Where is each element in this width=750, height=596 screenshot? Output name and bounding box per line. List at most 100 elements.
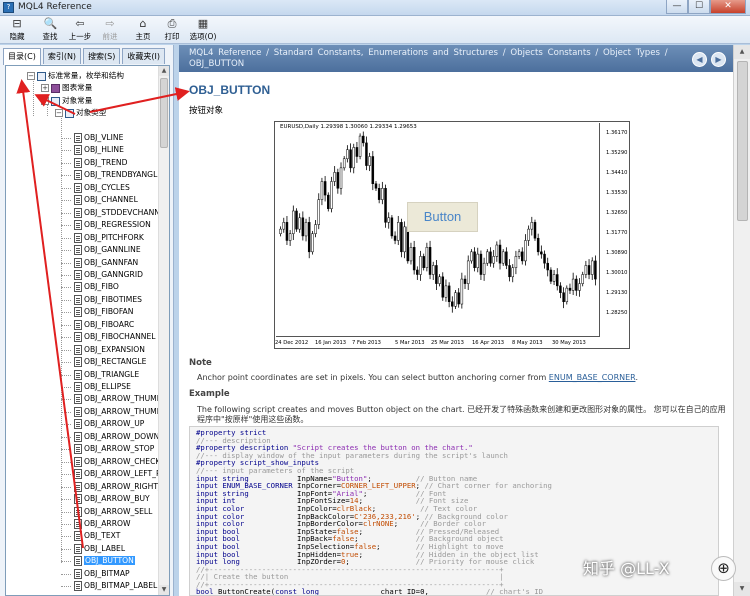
scroll-thumb[interactable]	[160, 78, 168, 148]
tree-item[interactable]: OBJ_GANNLINE	[74, 244, 141, 256]
tree-item[interactable]: OBJ_ARROW_SELL	[74, 506, 152, 518]
scroll-up-icon[interactable]: ▲	[159, 66, 169, 76]
tree-item[interactable]: OBJ_TREND	[74, 157, 127, 169]
maximize-button[interactable]: ☐	[688, 0, 710, 14]
tree-node-object-constants[interactable]: − 对象常量	[41, 95, 92, 107]
tree-item[interactable]: OBJ_HLINE	[74, 144, 124, 156]
tree-item[interactable]: OBJ_GANNFAN	[74, 257, 138, 269]
tree-node-label: 对象常量	[62, 96, 93, 105]
breadcrumb[interactable]: MQL4 Reference / Standard Constants, Enu…	[179, 45, 733, 72]
tree-item[interactable]: OBJ_TEXT	[74, 530, 120, 542]
tab-search[interactable]: 搜索(S)	[83, 48, 121, 64]
tree-item[interactable]: OBJ_ARROW_BUY	[74, 493, 150, 505]
collapse-icon[interactable]: −	[55, 109, 63, 117]
scroll-down-icon[interactable]: ▼	[734, 582, 750, 596]
candle-body	[425, 247, 429, 268]
candle-body	[511, 267, 514, 278]
tree-item[interactable]: OBJ_ARROW_STOP	[74, 443, 154, 455]
tree-item-label: OBJ_VLINE	[84, 133, 124, 142]
tree-item[interactable]: OBJ_FIBOFAN	[74, 306, 133, 318]
tree-item[interactable]: OBJ_ARROW_CHECK	[74, 456, 160, 468]
next-topic-icon[interactable]: ▶	[711, 52, 726, 67]
tree-item[interactable]: OBJ_REGRESSION	[74, 219, 151, 231]
tree-item[interactable]: OBJ_EXPANSION	[74, 344, 145, 356]
tab-contents[interactable]: 目录(C)	[3, 48, 41, 65]
tree-scrollbar[interactable]: ▲ ▼	[158, 66, 169, 595]
page-subtitle: 按钮对象	[189, 106, 224, 116]
toolbar: ⊟ 隐藏 🔍 查找 ⇦ 上一步 ⇨ 前进 ⌂ 主页 ⎙ 打印 ▦ 选项(O)	[0, 16, 750, 44]
zoom-icon[interactable]: ⊕	[711, 556, 736, 581]
forward-button[interactable]: ⇨ 前进	[97, 18, 123, 43]
tree-item[interactable]: OBJ_ARROW_LEFT_PRICE	[74, 468, 169, 480]
tree-item[interactable]: OBJ_ELLIPSE	[74, 381, 131, 393]
find-icon: 🔍	[43, 17, 58, 30]
print-button[interactable]: ⎙ 打印	[159, 18, 185, 43]
candle-body	[549, 269, 553, 282]
tree-item[interactable]: OBJ_BITMAP	[74, 568, 130, 580]
tree-node-standard-constants[interactable]: − 标准常量，枚举和结构	[27, 70, 124, 82]
tree-item[interactable]: OBJ_ARROW_THUMB_UP	[74, 393, 169, 405]
tree-guide	[61, 474, 71, 476]
tree-item[interactable]: OBJ_LABEL	[74, 543, 125, 555]
home-button[interactable]: ⌂ 主页	[130, 18, 156, 43]
tree-item-label: OBJ_ELLIPSE	[84, 382, 131, 391]
find-button[interactable]: 🔍 查找	[37, 18, 63, 43]
page-icon	[74, 207, 82, 218]
minimize-button[interactable]: —	[666, 0, 688, 14]
hide-button[interactable]: ⊟ 隐藏	[4, 18, 30, 43]
tree-item[interactable]: OBJ_STDDEVCHANNEL	[74, 207, 169, 219]
enum-base-corner-link[interactable]: ENUM_BASE_CORNER	[549, 373, 636, 382]
page-icon	[74, 307, 82, 318]
x-tick-label: 25 Mar 2013	[431, 340, 464, 346]
tree-item[interactable]: OBJ_PITCHFORK	[74, 232, 144, 244]
tree-item[interactable]: OBJ_TRIANGLE	[74, 369, 139, 381]
tree-node-object-types[interactable]: − 对象类型	[55, 107, 106, 119]
tree-node-chart-constants[interactable]: + 图表常量	[41, 82, 92, 94]
tree-item[interactable]: OBJ_ARROW_DOWN	[74, 431, 159, 443]
tree-item[interactable]: OBJ_CYCLES	[74, 182, 130, 194]
tree-item[interactable]: OBJ_TRENDBYANGLE	[74, 169, 162, 181]
back-button[interactable]: ⇦ 上一步	[67, 18, 93, 43]
page-icon	[74, 170, 82, 181]
x-tick-label: 24 Dec 2012	[275, 340, 309, 346]
tree-item[interactable]: OBJ_FIBOARC	[74, 319, 134, 331]
scroll-down-icon[interactable]: ▼	[159, 585, 169, 595]
tree-item[interactable]: OBJ_FIBOTIMES	[74, 294, 142, 306]
tree-item[interactable]: OBJ_ARROW_UP	[74, 418, 144, 430]
tree-item[interactable]: OBJ_BUTTON	[74, 555, 135, 567]
tree-item[interactable]: OBJ_BITMAP_LABEL	[74, 580, 157, 592]
options-button[interactable]: ▦ 选项(O)	[188, 18, 218, 43]
collapse-icon[interactable]: −	[41, 97, 49, 105]
close-button[interactable]: ✕	[710, 0, 746, 14]
candle-body	[438, 276, 441, 284]
previous-topic-icon[interactable]: ◀	[692, 52, 707, 67]
tree-guide	[61, 324, 71, 326]
tree-item[interactable]: OBJ_VLINE	[74, 132, 123, 144]
tab-favorites[interactable]: 收藏夹(I)	[122, 48, 165, 64]
tree-item[interactable]: OBJ_CHANNEL	[74, 194, 138, 206]
page-icon	[74, 232, 82, 243]
candle-body	[397, 222, 400, 241]
tree-item[interactable]: OBJ_FIBO	[74, 281, 119, 293]
collapse-icon[interactable]: −	[27, 72, 35, 80]
contents-tree[interactable]: − 标准常量，枚举和结构 + 图表常量 − 对象常量 − 对象类型 OBJ_VLINE O…	[5, 65, 170, 596]
scroll-thumb[interactable]	[737, 61, 748, 221]
tree-item[interactable]: OBJ_ARROW	[74, 518, 130, 530]
code-line: #property strict	[196, 429, 718, 437]
expand-icon[interactable]: +	[41, 84, 49, 92]
candle-body	[349, 149, 352, 169]
tree-item[interactable]: OBJ_ARROW_RIGHT_PRICE	[74, 481, 169, 493]
tree-item[interactable]: OBJ_ARROW_THUMB_DOWN	[74, 406, 169, 418]
y-tick-label: 1.35290	[606, 150, 628, 157]
tree-item[interactable]: OBJ_RECTANGLE	[74, 356, 146, 368]
tab-index[interactable]: 索引(N)	[42, 48, 82, 64]
scroll-up-icon[interactable]: ▲	[734, 45, 750, 59]
tree-item-label: OBJ_TRIANGLE	[84, 369, 140, 379]
tree-item[interactable]: OBJ_FIBOCHANNEL	[74, 331, 155, 343]
tree-item[interactable]: OBJ_GANNGRID	[74, 269, 143, 281]
page-icon	[74, 319, 82, 330]
tree-guide	[61, 349, 71, 351]
tree-guide	[61, 225, 71, 227]
book-closed-icon	[51, 83, 60, 93]
content-scrollbar[interactable]: ▲ ▼	[733, 45, 750, 596]
